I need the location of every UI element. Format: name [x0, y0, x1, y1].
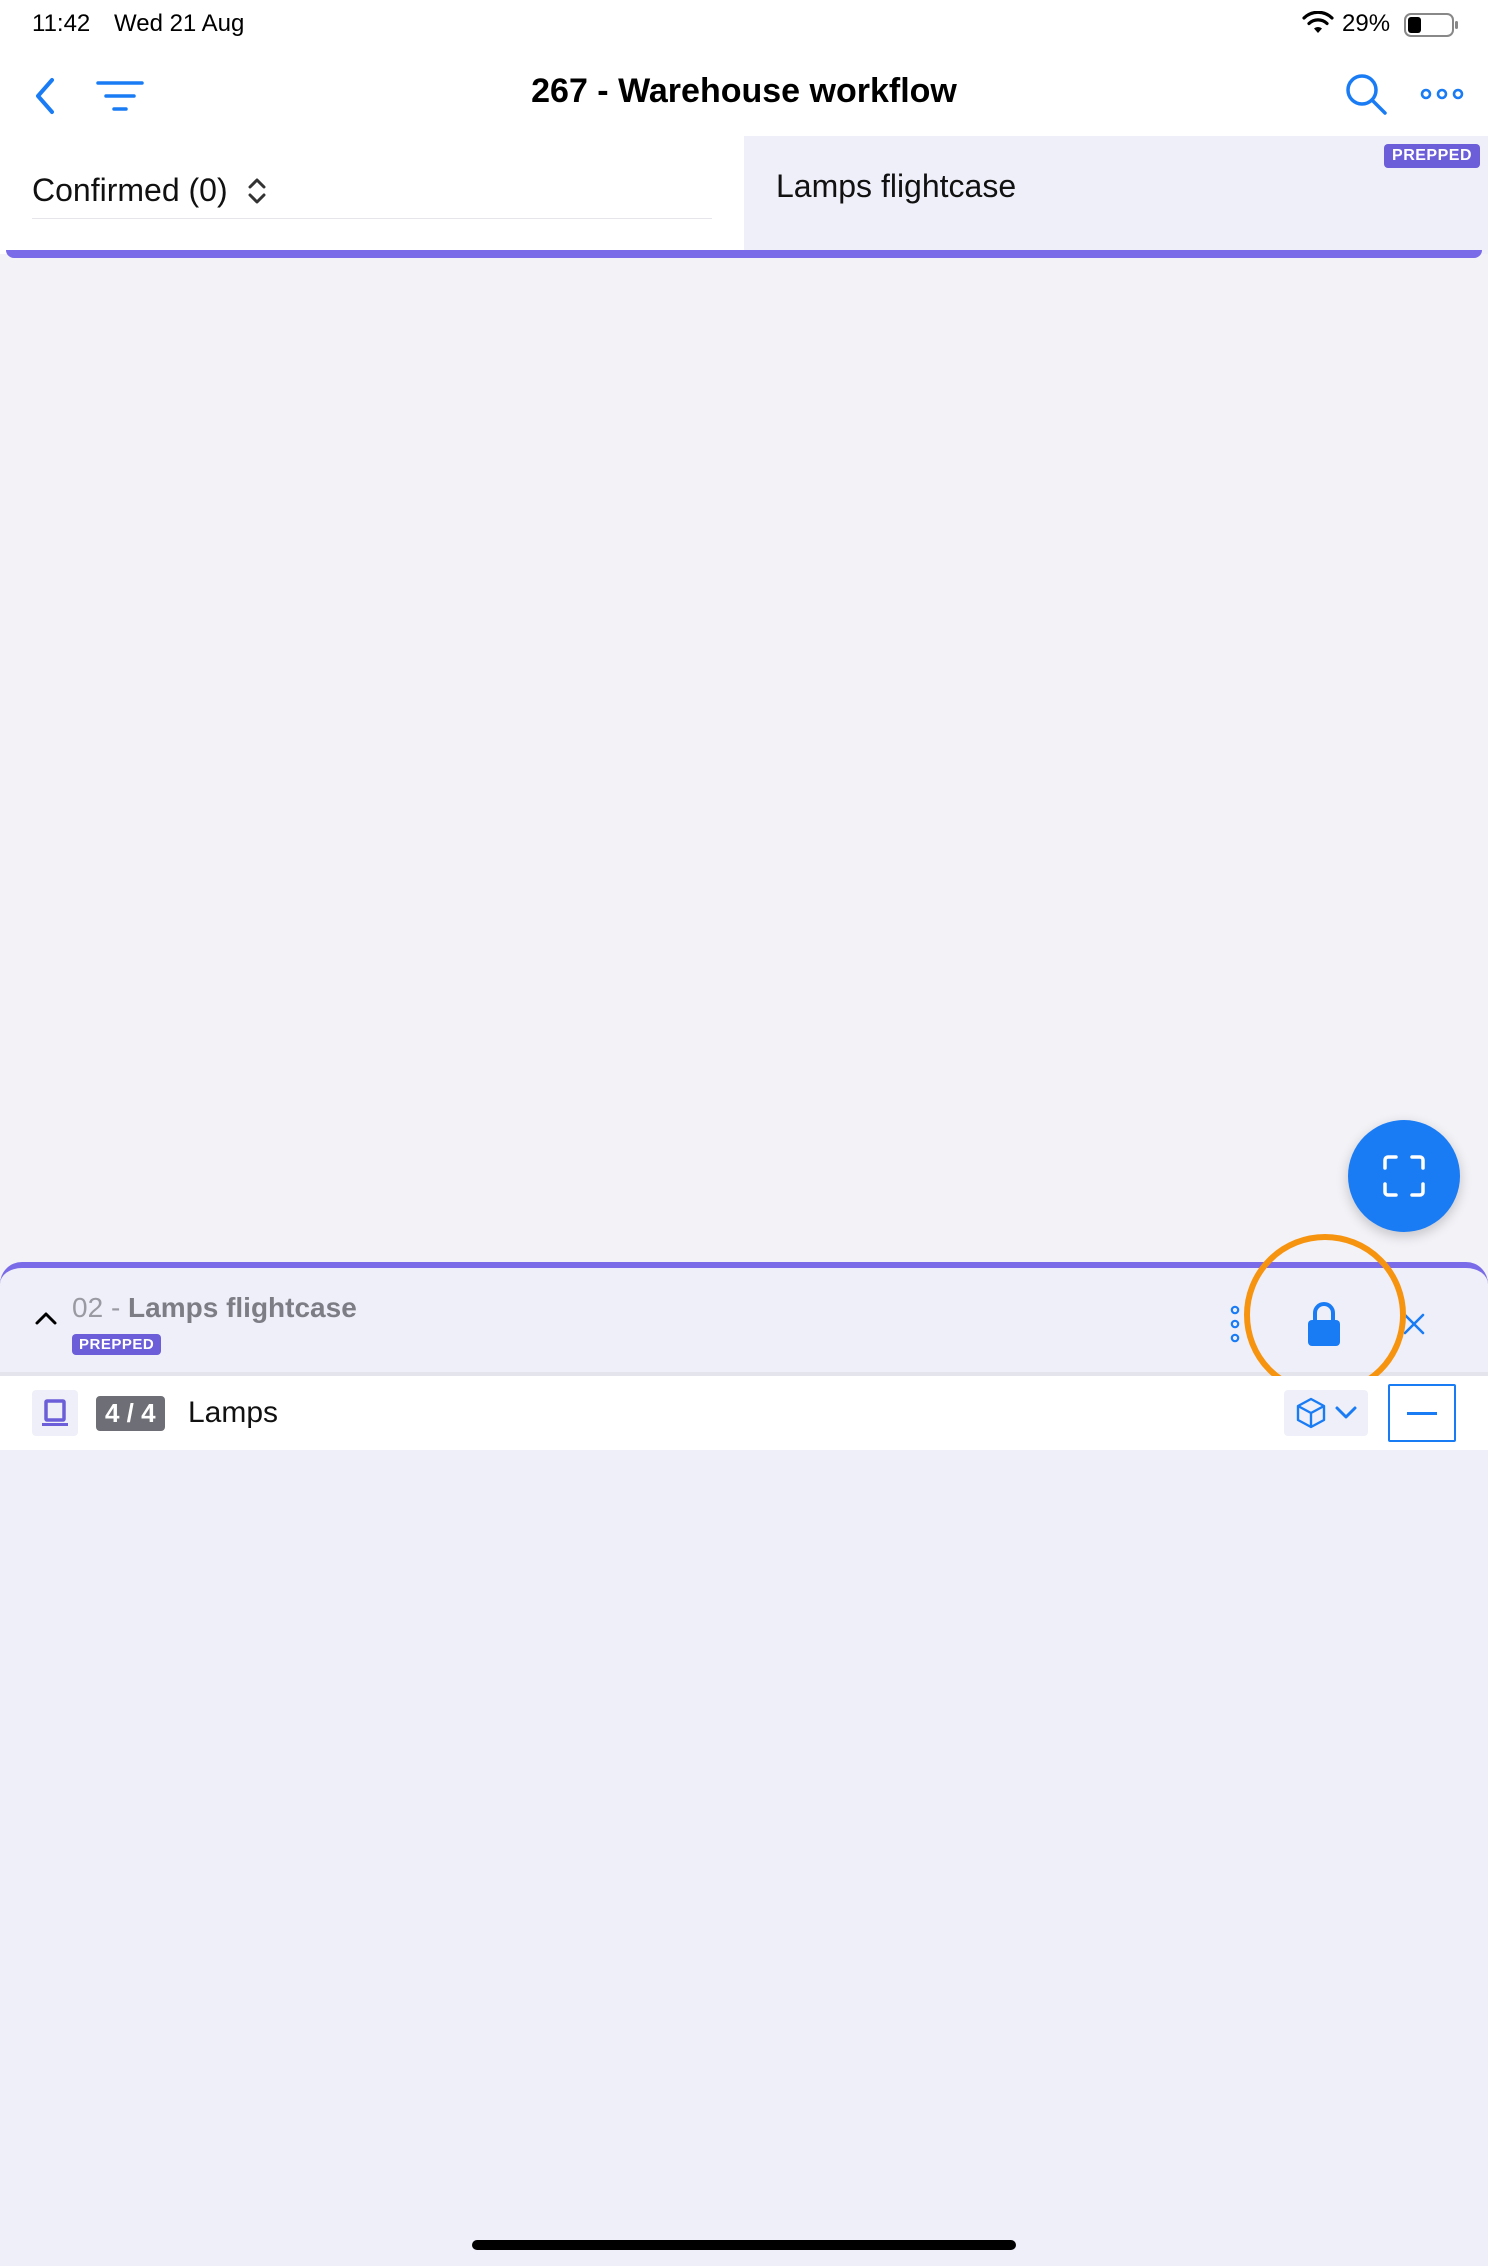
sheet-header: 02 - Lamps flightcase PREPPED	[0, 1268, 1488, 1376]
accent-bar	[6, 250, 1482, 258]
nav-bar: 267 - Warehouse workflow	[0, 48, 1488, 136]
status-bar: 11:42 Wed 21 Aug 29%	[0, 0, 1488, 48]
container-select[interactable]	[1284, 1390, 1368, 1436]
page-title: 267 - Warehouse workflow	[531, 72, 957, 110]
scan-button[interactable]	[1348, 1120, 1460, 1232]
home-indicator	[472, 2240, 1016, 2250]
case-separator: -	[110, 1292, 121, 1323]
status-badge: PREPPED	[72, 1334, 162, 1355]
scan-icon	[1383, 1155, 1425, 1197]
wifi-icon	[1302, 11, 1334, 33]
case-number: 02	[72, 1292, 104, 1323]
selected-case-title: Lamps flightcase	[776, 168, 1017, 204]
status-badge: PREPPED	[1384, 144, 1480, 168]
case-name: Lamps flightcase	[128, 1292, 357, 1323]
status-date: Wed 21 Aug	[114, 10, 245, 37]
list-item[interactable]: 4 / 4 Lamps	[0, 1376, 1488, 1450]
chevron-up-icon[interactable]	[34, 1310, 58, 1326]
search-icon[interactable]	[1344, 72, 1388, 116]
status-filter-panel: Confirmed (0)	[0, 136, 744, 254]
decrement-button[interactable]	[1388, 1384, 1456, 1442]
cube-icon	[1296, 1397, 1326, 1429]
close-icon[interactable]	[1402, 1312, 1426, 1336]
ellipsis-icon[interactable]	[1420, 86, 1464, 102]
status-time: 11:42	[32, 10, 91, 37]
status-filter-select[interactable]: Confirmed (0)	[32, 172, 268, 209]
battery-percentage: 29%	[1342, 10, 1391, 37]
chevron-down-icon	[1335, 1406, 1357, 1419]
quantity-badge: 4 / 4	[96, 1396, 165, 1431]
lock-icon[interactable]	[1306, 1300, 1342, 1348]
minus-icon	[1407, 1411, 1437, 1415]
selected-case-tab[interactable]: PREPPED Lamps flightcase	[744, 136, 1488, 254]
product-icon	[42, 1399, 68, 1426]
status-filter-label: Confirmed (0)	[32, 172, 228, 208]
battery-icon	[1404, 13, 1458, 37]
item-type-icon	[32, 1390, 78, 1436]
item-name: Lamps	[188, 1396, 279, 1429]
chevron-up-down-icon	[248, 178, 266, 203]
kebab-menu-icon[interactable]	[1230, 1304, 1240, 1344]
sheet-title: 02 - Lamps flightcase	[72, 1292, 357, 1324]
divider	[32, 218, 712, 219]
